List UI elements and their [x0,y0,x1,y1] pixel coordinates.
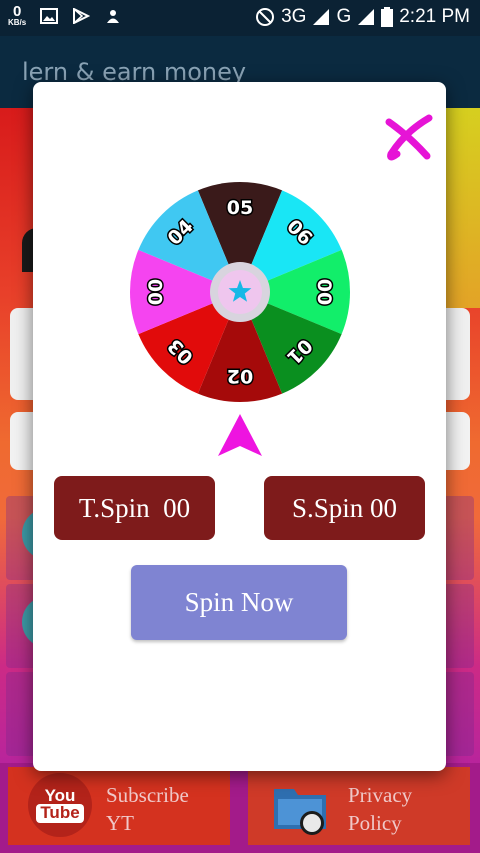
subscribe-yt-tile[interactable]: You Tube Subscribe YT [8,767,230,845]
network-speed: 0 KB/s [8,4,26,27]
spin-now-button[interactable]: Spin Now [131,565,347,640]
privacy-line-1: Privacy [348,783,413,807]
user-share-icon [107,9,120,23]
subscribe-line-2: YT [106,811,134,835]
special-spin-label: S.Spin 00 [291,492,398,523]
spin-wheel[interactable]: 0506000102030004 [128,180,352,404]
subscribe-line-1: Subscribe [106,783,189,807]
clock: 2:21 PM [399,6,470,27]
wheel-pointer-icon [218,414,262,456]
youtube-icon: You Tube [28,773,92,837]
bottom-bar: You Tube Subscribe YT Privacy Policy [0,763,480,853]
privacy-policy-tile[interactable]: Privacy Policy [248,767,470,845]
spin-dialog: 05 06 00 01 02 03 00 04 T.Spin 00 S.Spin 00 Spi… [33,82,446,771]
speed-unit: KB/s [8,18,27,27]
image-icon [40,7,59,24]
folder-icon [274,789,326,835]
special-spin-counter: S.Spin 00 [264,476,425,540]
privacy-line-2: Policy [348,811,402,835]
total-spin-label: T.Spin 00 [78,492,191,523]
wheel-segment-label: 02 [227,365,253,387]
close-icon[interactable] [383,114,435,162]
network-type-2: G [336,6,352,27]
signal-icon [313,9,330,25]
wheel-segment-label: 00 [313,279,335,305]
subscribe-label: Subscribe YT [106,781,189,837]
privacy-label: Privacy Policy [348,781,412,837]
dnd-icon [256,8,275,26]
battery-icon [381,7,394,27]
signal-icon [358,9,375,25]
speed-value: 0 [12,3,22,20]
youtube-logo-tube: Tube [36,803,84,823]
wheel-segment-label: 00 [145,279,167,305]
total-spin-counter: T.Spin 00 [54,476,215,540]
status-bar: 0 KB/s 3G G 2:21 PM [0,0,480,36]
play-store-icon [73,7,91,24]
youtube-logo-you: You [44,786,76,806]
network-type-1: 3G [281,6,307,27]
wheel-segment-label: 05 [227,197,253,219]
